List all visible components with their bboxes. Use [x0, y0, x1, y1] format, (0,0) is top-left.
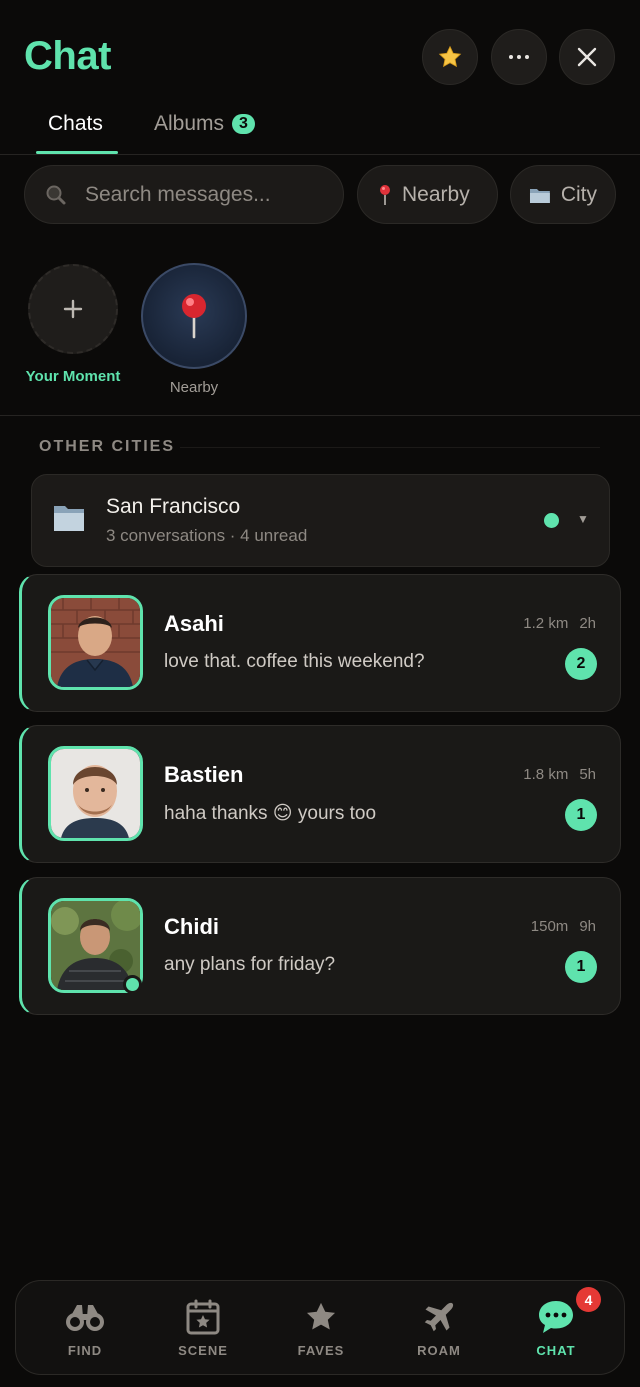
nav-roam-label: ROAM — [417, 1343, 461, 1358]
close-icon — [577, 47, 597, 67]
timestamp: 5h — [579, 766, 596, 783]
page-title: Chat — [24, 34, 111, 78]
moment-avatar — [28, 264, 118, 354]
albums-count-badge: 3 — [232, 114, 255, 134]
tab-bar: Chats Albums 3 — [0, 100, 640, 155]
nav-scene-label: SCENE — [178, 1343, 228, 1358]
contact-name: Asahi — [164, 611, 224, 636]
contact-name: Chidi — [164, 914, 219, 939]
nav-find[interactable]: FIND — [40, 1299, 130, 1358]
nav-faves[interactable]: FAVES — [276, 1299, 366, 1358]
unread-count-badge: 1 — [565, 799, 597, 831]
city-group-subtitle: 3 conversations · 4 unread — [106, 526, 308, 545]
search-placeholder: Search messages... — [85, 182, 271, 206]
last-message: love that. coffee this weekend? — [164, 651, 425, 672]
distance: 150m — [530, 918, 569, 935]
calendar-star-icon — [186, 1299, 220, 1335]
conversation-bastien[interactable]: Bastien haha thanks 😊 yours too 1.8 km 5… — [19, 725, 621, 863]
distance: 1.8 km — [523, 766, 569, 783]
avatar — [48, 746, 143, 841]
more-button[interactable] — [491, 29, 547, 85]
active-tab-indicator — [36, 151, 118, 154]
chat-bubble-icon — [539, 1301, 573, 1333]
city-group-name: San Francisco — [106, 495, 241, 518]
last-message: any plans for friday? — [164, 954, 336, 975]
conversation-asahi[interactable]: Asahi love that. coffee this weekend? 1.… — [19, 574, 621, 712]
online-status-dot — [123, 975, 142, 994]
unread-count-badge: 1 — [565, 951, 597, 983]
star-icon — [306, 1302, 336, 1330]
your-moment-label: Your Moment — [25, 368, 121, 385]
nav-roam[interactable]: ROAM — [394, 1299, 484, 1358]
city-group-san-francisco[interactable]: San Francisco 3 conversations · 4 unread… — [31, 474, 610, 567]
nav-scene[interactable]: SCENE — [158, 1299, 248, 1358]
conversation-meta: 1.8 km 5h — [523, 766, 596, 783]
moment-avatar — [141, 263, 247, 369]
last-message: haha thanks 😊 yours too — [164, 803, 377, 824]
unread-count-badge: 2 — [565, 648, 597, 680]
close-button[interactable] — [559, 29, 615, 85]
nearby-moment-button[interactable]: Nearby — [134, 263, 254, 396]
divider — [0, 415, 640, 416]
plus-icon — [63, 299, 83, 319]
filter-city-label: City — [560, 182, 597, 206]
airplane-icon — [424, 1302, 454, 1332]
pin-icon — [380, 184, 390, 205]
favorites-button[interactable] — [422, 29, 478, 85]
conversation-chidi[interactable]: Chidi any plans for friday? 150m 9h 1 — [19, 877, 621, 1015]
chevron-down-icon[interactable]: ▼ — [577, 512, 589, 526]
filter-nearby-button[interactable]: Nearby — [357, 165, 498, 224]
nav-chat-label: CHAT — [536, 1343, 576, 1358]
bottom-nav: FIND SCENE FAVES ROAM CHAT — [15, 1280, 625, 1375]
conversation-meta: 1.2 km 2h — [523, 615, 596, 632]
unread-dot — [544, 513, 559, 528]
folder-icon — [529, 188, 550, 203]
tab-chats[interactable]: Chats — [48, 112, 103, 136]
search-icon — [46, 185, 66, 204]
nav-find-label: FIND — [67, 1343, 103, 1358]
your-moment-button[interactable]: Your Moment — [14, 263, 132, 385]
binoculars-icon — [66, 1305, 104, 1331]
chat-notification-badge: 4 — [576, 1287, 601, 1312]
tab-albums[interactable]: Albums 3 — [154, 112, 255, 136]
distance: 1.2 km — [523, 615, 569, 632]
timestamp: 9h — [579, 918, 596, 935]
pin-icon — [182, 294, 206, 339]
section-header: OTHER CITIES — [39, 438, 176, 455]
filter-nearby-label: Nearby — [402, 182, 470, 206]
filter-city-button[interactable]: City — [510, 165, 616, 224]
header: Chat — [0, 0, 640, 110]
section-rule — [180, 447, 600, 448]
timestamp: 2h — [579, 615, 596, 632]
folder-icon — [54, 506, 84, 531]
star-icon — [438, 45, 462, 68]
nav-faves-label: FAVES — [297, 1343, 345, 1358]
contact-name: Bastien — [164, 762, 244, 787]
more-icon — [509, 55, 529, 59]
nearby-moment-label: Nearby — [169, 379, 219, 396]
avatar — [48, 595, 143, 690]
tab-albums-label: Albums — [154, 112, 225, 135]
conversation-meta: 150m 9h — [531, 918, 596, 935]
search-input[interactable]: Search messages... — [24, 165, 344, 224]
